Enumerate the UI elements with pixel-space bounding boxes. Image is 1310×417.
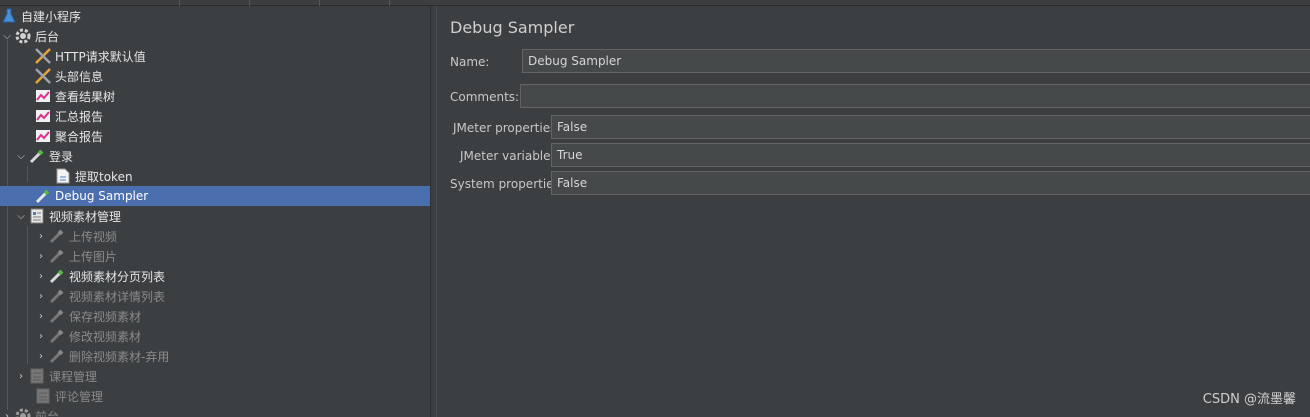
tree-node-label: 视频素材分页列表 xyxy=(69,269,166,284)
tree-node-http-defaults[interactable]: HTTP请求默认值 xyxy=(0,46,430,66)
document-icon xyxy=(54,167,72,185)
gear-icon xyxy=(14,407,32,417)
tree-node-label: 删除视频素材-弃用 xyxy=(69,349,170,364)
tree-node-edit-video-material[interactable]: › 修改视频素材 xyxy=(0,326,430,346)
tree-node-save-video-material[interactable]: › 保存视频素材 xyxy=(0,306,430,326)
tree-node-label: 后台 xyxy=(35,29,60,44)
tree-node-label: HTTP请求默认值 xyxy=(55,49,146,64)
panel-splitter[interactable] xyxy=(430,6,442,417)
chevron-right-icon[interactable]: › xyxy=(34,306,48,326)
tree-node-login[interactable]: ⌵ 登录 xyxy=(0,146,430,166)
chevron-right-icon[interactable]: › xyxy=(34,266,48,286)
chevron-down-icon[interactable]: ⌵ xyxy=(14,206,28,226)
tools-icon xyxy=(34,47,52,65)
jmeter-variables-label: JMeter variables: xyxy=(460,149,561,163)
pipette-icon xyxy=(48,267,66,285)
tree-node-view-results-tree[interactable]: 查看结果树 xyxy=(0,86,430,106)
tools-icon xyxy=(34,67,52,85)
pipette-disabled-icon xyxy=(48,287,66,305)
pipette-disabled-icon xyxy=(48,247,66,265)
pipette-disabled-icon xyxy=(48,327,66,345)
tree-node-video-material-page-list[interactable]: › 视频素材分页列表 xyxy=(0,266,430,286)
pipette-icon xyxy=(28,147,46,165)
tree-node-header-manager[interactable]: 头部信息 xyxy=(0,66,430,86)
comments-field[interactable] xyxy=(520,84,1310,108)
tree-node-label: 汇总报告 xyxy=(55,109,104,124)
test-plan-tree[interactable]: 自建小程序 ⌵ 后台 HTTP请求默认值 头部信息 查看结果树 汇总报告 聚合报… xyxy=(0,6,430,417)
tree-node-label: 头部信息 xyxy=(55,69,104,84)
tree-node-label: 前台 xyxy=(35,409,60,417)
tree-node-label: 查看结果树 xyxy=(55,89,116,104)
tree-node-label: 提取token xyxy=(75,169,133,184)
graph-icon xyxy=(34,107,52,125)
tree-node-label: 上传视频 xyxy=(69,229,118,244)
chevron-right-icon[interactable]: › xyxy=(34,346,48,366)
comments-label: Comments: xyxy=(450,90,520,104)
pipette-disabled-icon xyxy=(48,307,66,325)
pipette-disabled-icon xyxy=(48,227,66,245)
tree-node-aggregate-report[interactable]: 聚合报告 xyxy=(0,126,430,146)
tree-node-label: 登录 xyxy=(49,149,74,164)
jmeter-properties-select[interactable]: False xyxy=(551,115,1310,139)
tree-node-comment-management[interactable]: 评论管理 xyxy=(0,386,430,406)
tree-node-label: 修改视频素材 xyxy=(69,329,142,344)
chevron-right-icon[interactable]: › xyxy=(34,286,48,306)
controller-disabled-icon xyxy=(34,387,52,405)
splitter-line xyxy=(436,6,437,417)
tree-node-thread-group-backend[interactable]: ⌵ 后台 xyxy=(0,26,430,46)
graph-icon xyxy=(34,87,52,105)
graph-icon xyxy=(34,127,52,145)
tree-node-course-management[interactable]: › 课程管理 xyxy=(0,366,430,386)
watermark-text: CSDN @流墨馨 xyxy=(1202,392,1296,407)
tree-node-label: 保存视频素材 xyxy=(69,309,142,324)
pipette-disabled-icon xyxy=(48,347,66,365)
controller-icon xyxy=(28,207,46,225)
chevron-down-icon[interactable]: ⌵ xyxy=(0,26,14,46)
system-properties-label: System properties: xyxy=(450,177,564,191)
tree-node-upload-image[interactable]: › 上传图片 xyxy=(0,246,430,266)
panel-title: Debug Sampler xyxy=(450,18,575,37)
tree-node-label: 自建小程序 xyxy=(21,9,82,24)
controller-disabled-icon xyxy=(28,367,46,385)
chevron-right-icon[interactable]: › xyxy=(34,246,48,266)
tree-node-delete-video-material[interactable]: › 删除视频素材-弃用 xyxy=(0,346,430,366)
tree-node-video-material-detail-list[interactable]: › 视频素材详情列表 xyxy=(0,286,430,306)
jmeter-properties-label: JMeter properties: xyxy=(453,121,561,135)
tree-node-video-material-management[interactable]: ⌵ 视频素材管理 xyxy=(0,206,430,226)
tree-node-debug-sampler[interactable]: Debug Sampler xyxy=(0,186,430,206)
jmeter-variables-select[interactable]: True xyxy=(551,143,1310,167)
tree-node-extract-token[interactable]: 提取token xyxy=(0,166,430,186)
flask-icon xyxy=(0,7,18,25)
chevron-down-icon[interactable]: ⌵ xyxy=(14,146,28,166)
tree-node-label: 上传图片 xyxy=(69,249,118,264)
tree-node-label: 聚合报告 xyxy=(55,129,104,144)
tree-node-thread-group-frontend[interactable]: › 前台 xyxy=(0,406,430,417)
tree-node-label: 课程管理 xyxy=(49,369,98,384)
chevron-right-icon[interactable]: › xyxy=(34,326,48,346)
name-label: Name: xyxy=(450,55,490,69)
chevron-right-icon[interactable]: › xyxy=(0,406,14,417)
system-properties-select[interactable]: False xyxy=(551,171,1310,195)
chevron-right-icon[interactable]: › xyxy=(14,366,28,386)
chevron-right-icon[interactable]: › xyxy=(34,226,48,246)
pipette-icon xyxy=(34,187,52,205)
tree-node-summary-report[interactable]: 汇总报告 xyxy=(0,106,430,126)
name-field[interactable]: Debug Sampler xyxy=(522,49,1310,73)
gear-icon xyxy=(14,27,32,45)
debug-sampler-panel: Debug Sampler Name: Debug Sampler Commen… xyxy=(442,6,1310,417)
tree-node-label: 视频素材详情列表 xyxy=(69,289,166,304)
tree-node-label: 评论管理 xyxy=(55,389,104,404)
tree-node-upload-video[interactable]: › 上传视频 xyxy=(0,226,430,246)
tree-node-label: 视频素材管理 xyxy=(49,209,122,224)
tree-node-test-plan[interactable]: 自建小程序 xyxy=(0,6,430,26)
tree-node-label: Debug Sampler xyxy=(55,189,149,203)
